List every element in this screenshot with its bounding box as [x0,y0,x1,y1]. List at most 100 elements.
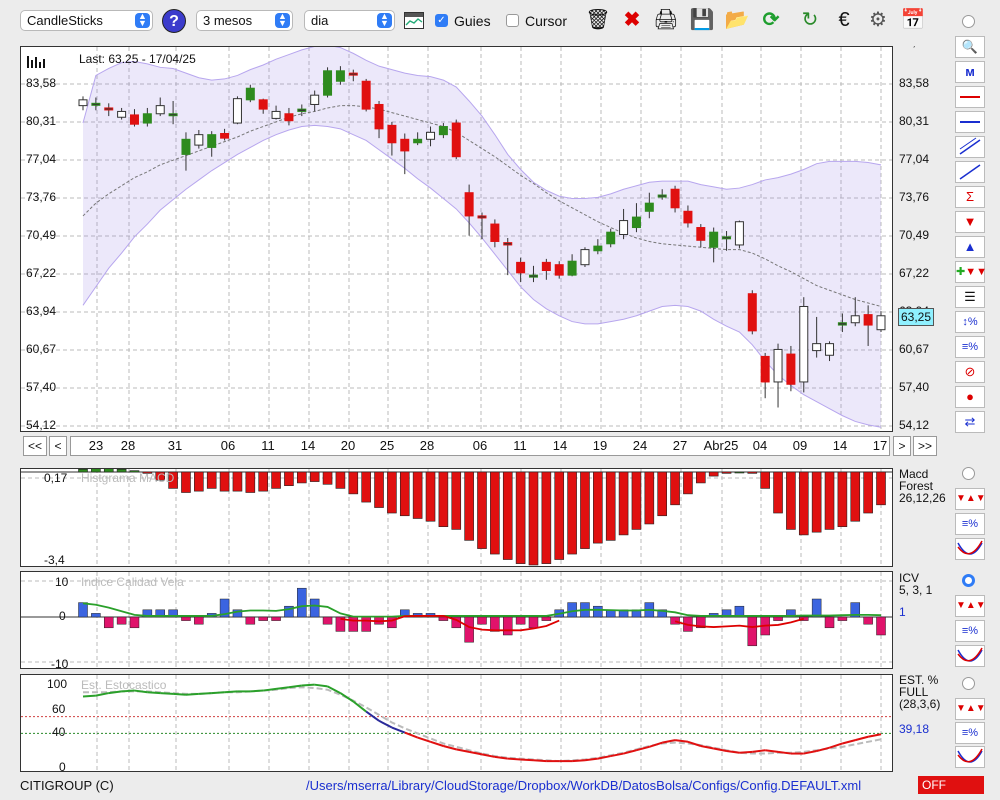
nav-last-button[interactable]: >> [913,436,937,456]
histogram-bar [219,471,230,492]
record-icon[interactable]: ● [955,386,985,408]
candle [78,99,88,107]
macd-percent-icon[interactable]: ≡% [955,513,985,535]
arrow-up-blue-icon[interactable]: ▲ [955,236,985,258]
delete-icon[interactable]: ✖ [619,6,645,34]
stochastic-k-line [211,691,225,695]
icv-signals-icon[interactable]: ▼▲▼ [955,595,986,617]
histogram-bar [245,471,256,493]
gear-icon[interactable]: ⚙ [865,6,891,34]
stochastic-curve-icon[interactable] [955,746,985,768]
trash-icon[interactable]: 🗑 [585,6,611,34]
save-icon[interactable]: 💾 [689,6,715,34]
icv-curve-icon[interactable] [955,645,985,667]
histogram-bar [309,471,320,482]
macd-curve-icon[interactable] [955,538,985,560]
candle [567,260,577,276]
candle [413,138,423,144]
icv-panel[interactable]: Indice Calidad Vela [20,571,893,669]
stochastic-k-line [160,692,174,695]
candle [91,102,101,106]
stochastic-k-line [765,749,779,753]
calendar-icon[interactable]: 📅 [900,6,926,34]
printer-icon[interactable]: 🖨 [653,6,679,34]
histogram-bar [477,471,487,549]
x-axis-label: 17 [872,438,888,453]
candle [400,138,410,152]
price-chart-panel[interactable]: Last: 63.25 - 17/04/25 [20,46,893,432]
x-axis-label: 24 [632,438,648,453]
candle [696,227,706,241]
icv-bar [528,616,539,629]
arrow-down-red-icon[interactable]: ▼ [955,211,985,233]
zoom-icon[interactable]: 🔍 [955,36,985,58]
histogram-bar [593,471,603,544]
macd-radio[interactable] [962,467,975,480]
nav-first-button[interactable]: << [23,436,47,456]
main-panel-radio[interactable] [962,15,975,28]
icv-radio[interactable] [962,574,975,587]
chart-type-select[interactable]: CandleSticks ▲ ▼ [20,10,153,31]
icv-bar [567,602,577,618]
bars-icon [27,54,45,68]
reload-icon[interactable]: ↻ [797,6,823,34]
price-axis-label-right: 54,12 [899,418,930,432]
sigma-line-icon[interactable]: Σ [955,186,985,208]
euro-icon[interactable]: € [831,6,857,34]
cursor-checkbox[interactable] [506,14,519,27]
icv-bar [747,616,758,647]
stochastic-signals-icon[interactable]: ▼▲▼ [955,698,986,720]
stochastic-radio[interactable] [962,677,975,690]
signals-icon[interactable]: ✚▼▼ [955,261,987,283]
histogram-bar [631,471,642,530]
refresh-icon[interactable]: ⟳ [758,6,784,34]
icv-y-label: -10 [51,657,69,671]
trend-channel-icon[interactable] [955,136,985,158]
stochastic-params: (28,3,6) [899,697,941,711]
macd-signals-icon[interactable]: ▼▲▼ [955,488,986,510]
indicator-window-icon[interactable] [404,12,424,29]
icv-bar [837,616,848,621]
histogram-bar [811,471,822,533]
macd-y-label: -3,4 [44,553,65,567]
nav-prev-button[interactable]: < [49,436,67,456]
macd-panel[interactable]: Histgrama MACD [20,468,893,567]
histogram-bar [580,471,590,549]
prohibit-icon[interactable]: ⊘ [955,361,985,383]
histogram-bar [683,471,693,495]
stochastic-panel[interactable]: Est. Estocastico [20,674,893,772]
candle [863,314,873,326]
percent-lines-icon[interactable]: ≡% [955,336,985,358]
off-button[interactable]: OFF [918,776,984,794]
histogram-bar [284,471,294,486]
candle [541,261,551,271]
interval-value: dia [311,13,329,28]
grid-lines-icon[interactable]: ☰ [955,286,985,308]
folder-open-icon[interactable]: 📂 [724,6,750,34]
swap-icon[interactable]: ⇄ [955,411,985,433]
macd-params: 26,12,26 [899,491,946,505]
horizontal-line-blue-icon[interactable] [955,111,985,133]
interval-select[interactable]: dia ▲ ▼ [304,10,395,31]
histogram-bar [194,471,204,492]
histogram-bar [374,471,384,508]
candle [644,202,654,212]
guides-checkbox[interactable]: ✓ [435,14,448,27]
candle [554,264,564,276]
trend-line-icon[interactable] [955,161,985,183]
horizontal-line-red-icon[interactable] [955,86,985,108]
candle [734,221,744,246]
candle [786,353,796,385]
help-button[interactable]: ? [162,9,186,33]
icv-percent-icon[interactable]: ≡% [955,620,985,642]
price-axis-label-right: 60,67 [899,342,930,356]
bands-tool-icon[interactable]: ᴍ [955,61,985,83]
stochastic-k-line [82,694,96,698]
config-path-link[interactable]: /Users/mserra/Library/CloudStorage/Dropb… [306,778,861,793]
nav-next-button[interactable]: > [893,436,911,456]
stochastic-percent-icon[interactable]: ≡% [955,722,985,744]
period-select[interactable]: 3 mesos ▲ ▼ [196,10,293,31]
icv-bar [773,616,783,621]
guides-label: Guies [454,13,491,29]
percent-range-icon[interactable]: ↕% [955,311,985,333]
